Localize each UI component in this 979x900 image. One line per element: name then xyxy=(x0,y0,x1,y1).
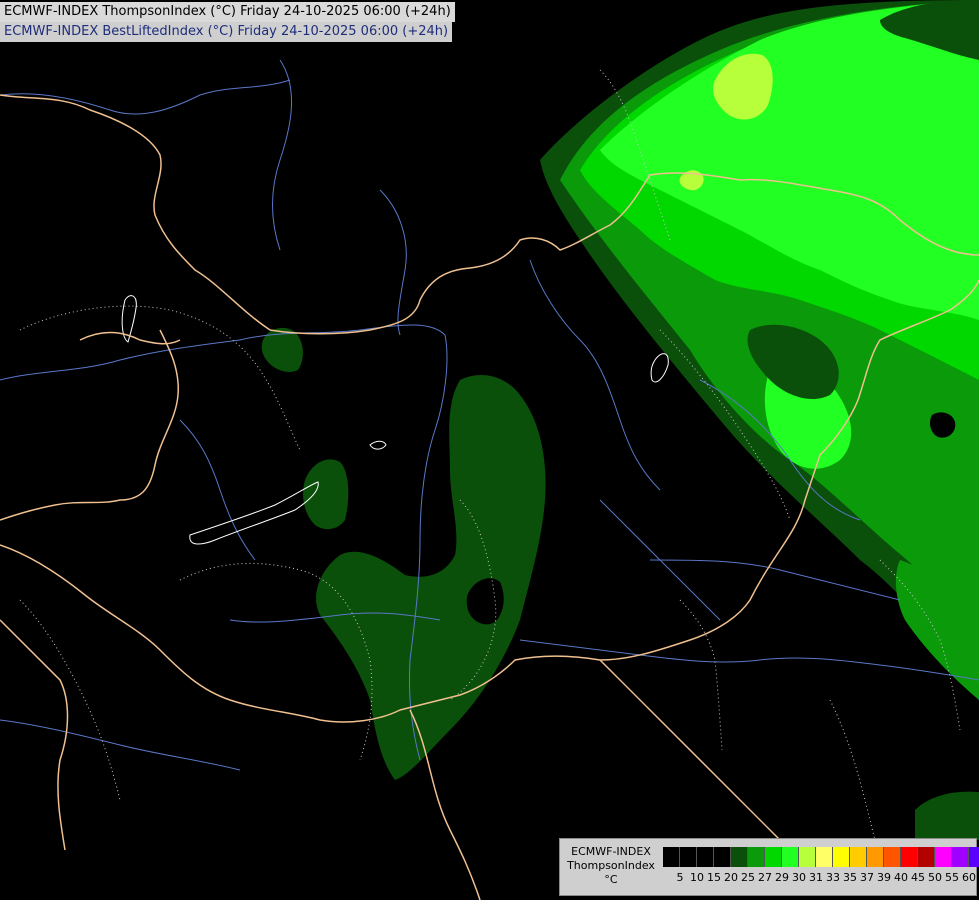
legend-tick-label: 33 xyxy=(826,871,840,884)
legend-label: ECMWF-INDEX ThompsonIndex °C xyxy=(563,845,659,887)
legend-swatch xyxy=(680,847,697,867)
legend-tick-label: 40 xyxy=(894,871,908,884)
legend-tick-label: 37 xyxy=(860,871,874,884)
color-legend: ECMWF-INDEX ThompsonIndex °C 5 10 15 20 25 27… xyxy=(559,838,979,896)
legend-swatch xyxy=(816,847,833,867)
legend-tick-label: 10 xyxy=(690,871,704,884)
legend-model: ECMWF-INDEX xyxy=(571,845,651,858)
legend-ticks: 5 10 15 20 25 27 29 30 31 33 35 37 39 40 45 50 55 60 xyxy=(663,871,977,887)
legend-tick-label: 55 xyxy=(945,871,959,884)
legend-tick-label: 60 xyxy=(962,871,976,884)
legend-tick-label: 5 xyxy=(676,871,684,884)
legend-swatch xyxy=(901,847,918,867)
legend-swatch xyxy=(697,847,714,867)
legend-swatch xyxy=(969,847,979,867)
legend-swatch xyxy=(884,847,901,867)
legend-swatch xyxy=(748,847,765,867)
legend-swatch xyxy=(833,847,850,867)
legend-swatches xyxy=(663,847,979,867)
legend-tick-label: 45 xyxy=(911,871,925,884)
legend-tick-label: 27 xyxy=(758,871,772,884)
legend-swatch xyxy=(731,847,748,867)
legend-tick-label: 31 xyxy=(809,871,823,884)
map-title-primary: ECMWF-INDEX ThompsonIndex (°C) Friday 24… xyxy=(0,2,455,22)
legend-swatch xyxy=(799,847,816,867)
legend-tick-label: 15 xyxy=(707,871,721,884)
legend-unit: °C xyxy=(604,873,618,886)
legend-swatch xyxy=(663,847,680,867)
legend-swatch xyxy=(850,847,867,867)
legend-swatch xyxy=(765,847,782,867)
legend-tick-label: 20 xyxy=(724,871,738,884)
legend-tick-label: 25 xyxy=(741,871,755,884)
legend-tick-label: 50 xyxy=(928,871,942,884)
weather-map xyxy=(0,0,979,900)
legend-swatch xyxy=(935,847,952,867)
legend-swatch xyxy=(867,847,884,867)
legend-tick-label: 39 xyxy=(877,871,891,884)
legend-tick-label: 35 xyxy=(843,871,857,884)
map-title-secondary: ECMWF-INDEX BestLiftedIndex (°C) Friday … xyxy=(0,22,453,42)
legend-parameter: ThompsonIndex xyxy=(567,859,655,872)
legend-swatch xyxy=(714,847,731,867)
legend-swatch xyxy=(918,847,935,867)
legend-tick-label: 30 xyxy=(792,871,806,884)
legend-swatch xyxy=(782,847,799,867)
legend-tick-label: 29 xyxy=(775,871,789,884)
legend-swatch xyxy=(952,847,969,867)
